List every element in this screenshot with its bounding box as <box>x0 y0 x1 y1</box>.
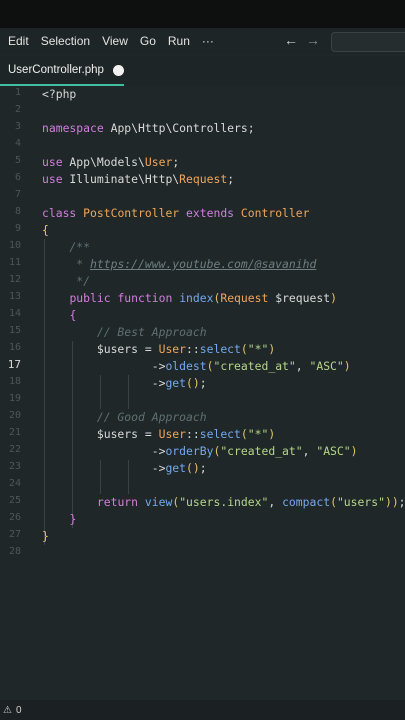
line-number: 23 <box>8 461 21 472</box>
code-text: // Best Approach <box>42 325 207 339</box>
code-line: 1 <?php <box>0 86 405 103</box>
code-text: use App\Models\User; <box>42 155 180 169</box>
code-text: } <box>69 512 77 526</box>
problems-count[interactable]: 0 <box>16 705 22 716</box>
code-line: 4 <box>0 137 405 154</box>
line-number: 14 <box>8 308 21 319</box>
line-number: 20 <box>8 410 21 421</box>
line-number: 19 <box>8 393 21 404</box>
code-line: 23 ->get(); <box>0 460 405 477</box>
line-number: 15 <box>8 325 21 336</box>
line-number: 4 <box>14 138 21 149</box>
code-text: // Good Approach <box>42 410 207 424</box>
code-line: 12 */ <box>0 273 405 290</box>
line-number: 28 <box>8 546 21 557</box>
code-line: 15 // Best Approach <box>0 324 405 341</box>
code-text: $users = User::select("*") <box>42 427 276 441</box>
code-line: 13 public function index(Request $reques… <box>0 290 405 307</box>
unsaved-dot-icon[interactable] <box>112 64 124 76</box>
code-text: ->oldest("created_at", "ASC") <box>42 359 351 373</box>
line-number: 22 <box>8 444 21 455</box>
code-line: 9 { <box>0 222 405 239</box>
line-number: 5 <box>14 155 21 166</box>
line-number: 26 <box>8 512 21 523</box>
line-number: 7 <box>14 189 21 200</box>
line-number: 27 <box>8 529 21 540</box>
menu-more[interactable]: ··· <box>202 34 214 48</box>
back-arrow-icon[interactable]: ← <box>284 32 298 48</box>
code-line: 6 use Illuminate\Http\Request; <box>0 171 405 188</box>
line-number: 9 <box>14 223 21 234</box>
line-number: 3 <box>14 121 21 132</box>
status-bar: ⚠ 0 <box>0 700 405 720</box>
code-text: use Illuminate\Http\Request; <box>42 172 235 186</box>
menu-view[interactable]: View <box>102 34 128 48</box>
code-line: 16 $users = User::select("*") <box>0 341 405 358</box>
code-text: */ <box>42 274 91 288</box>
menu-run[interactable]: Run <box>168 34 190 48</box>
warning-icon[interactable]: ⚠ <box>3 705 12 716</box>
code-text: $users = User::select("*") <box>42 342 276 356</box>
line-number: 12 <box>8 274 21 285</box>
code-line: 22 ->orderBy("created_at", "ASC") <box>0 443 405 460</box>
code-line: 18 ->get(); <box>0 375 405 392</box>
line-number: 10 <box>8 240 21 251</box>
line-number: 6 <box>14 172 21 183</box>
code-text: namespace App\Http\Controllers; <box>42 121 255 135</box>
line-number: 17 <box>7 358 21 371</box>
code-text: * https://www.youtube.com/@savanihd <box>42 257 317 271</box>
code-text: class PostController extends Controller <box>42 206 310 220</box>
code-line: 2 <box>0 103 405 120</box>
line-number: 1 <box>14 87 21 98</box>
line-number: 18 <box>8 376 21 387</box>
menu-edit[interactable]: Edit <box>8 34 29 48</box>
code-line: 27 } <box>0 528 405 545</box>
code-text: { <box>69 308 77 322</box>
code-line: 3 namespace App\Http\Controllers; <box>0 120 405 137</box>
code-text: } <box>42 529 49 543</box>
code-line: 7 <box>0 188 405 205</box>
line-number: 8 <box>14 206 21 217</box>
code-line: 26 } <box>0 511 405 528</box>
code-line: 28 <box>0 545 405 562</box>
forward-arrow-icon[interactable]: → <box>306 32 320 48</box>
code-text: ->get(); <box>42 376 207 390</box>
code-line: 24 <box>0 477 405 494</box>
line-number: 21 <box>8 427 21 438</box>
code-text: ->get(); <box>42 461 207 475</box>
code-line: 8 class PostController extends Controlle… <box>0 205 405 222</box>
editor-tabs: UserController.php <box>0 56 405 86</box>
code-text: { <box>42 223 49 237</box>
top-black-bar <box>0 0 405 28</box>
code-text: /** <box>42 240 91 254</box>
code-text: public function index(Request $request) <box>69 291 337 305</box>
code-line: 11 * https://www.youtube.com/@savanihd <box>0 256 405 273</box>
code-line: 10 /** <box>0 239 405 256</box>
line-number: 13 <box>8 291 21 302</box>
code-line: 25 return view("users.index", compact("u… <box>0 494 405 511</box>
tab-user-controller[interactable]: UserController.php <box>0 56 124 86</box>
code-text: <?php <box>42 87 77 101</box>
menu-selection[interactable]: Selection <box>41 34 90 48</box>
menu-go[interactable]: Go <box>140 34 156 48</box>
code-line: 21 $users = User::select("*") <box>0 426 405 443</box>
line-number: 11 <box>8 257 21 268</box>
code-line: 19 <box>0 392 405 409</box>
line-number: 25 <box>8 495 21 506</box>
code-line: 14 { <box>0 307 405 324</box>
code-line: 5 use App\Models\User; <box>0 154 405 171</box>
code-text: return view("users.index", compact("user… <box>96 495 405 509</box>
line-number: 2 <box>14 104 21 115</box>
code-text: ->orderBy("created_at", "ASC") <box>42 444 358 458</box>
tab-filename: UserController.php <box>8 64 104 76</box>
code-line: 20 // Good Approach <box>0 409 405 426</box>
line-number: 24 <box>8 478 21 489</box>
menu-bar: Edit Selection View Go Run ··· ← → <box>0 28 405 54</box>
command-center-search[interactable] <box>331 32 405 52</box>
code-editor[interactable]: 1 <?php 2 3 namespace App\Http\Controlle… <box>0 86 405 700</box>
code-line-active: 17 ->oldest("created_at", "ASC") <box>0 358 405 375</box>
line-number: 16 <box>8 342 21 353</box>
